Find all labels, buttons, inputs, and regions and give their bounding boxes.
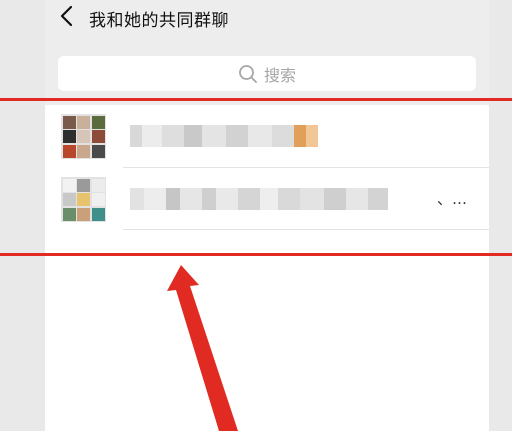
screenshot: 我和她的共同群聊 搜索 、… xyxy=(0,0,512,431)
page-title: 我和她的共同群聊 xyxy=(89,11,229,31)
search-icon xyxy=(239,64,257,83)
list-item[interactable]: 、… xyxy=(45,168,489,230)
chevron-left-icon xyxy=(60,5,73,27)
group-list: 、… xyxy=(45,105,489,431)
right-margin xyxy=(489,0,512,431)
list-item[interactable] xyxy=(45,105,489,167)
search-input[interactable]: 搜索 xyxy=(58,56,476,91)
navigation-bar: 我和她的共同群聊 xyxy=(45,0,489,40)
group-name-suffix: 、… xyxy=(436,190,467,208)
annotation-box-bottom xyxy=(0,253,512,256)
group-name-blurred xyxy=(130,186,388,212)
group-name-blurred xyxy=(130,123,318,149)
group-avatar-icon xyxy=(61,114,106,159)
search-placeholder: 搜索 xyxy=(263,65,296,85)
annotation-box-top xyxy=(0,98,512,101)
left-margin xyxy=(0,0,45,431)
group-avatar-icon xyxy=(61,177,106,222)
phone-screen: 我和她的共同群聊 搜索 、… xyxy=(45,0,489,431)
row-divider xyxy=(123,229,489,230)
back-button[interactable] xyxy=(57,4,77,28)
